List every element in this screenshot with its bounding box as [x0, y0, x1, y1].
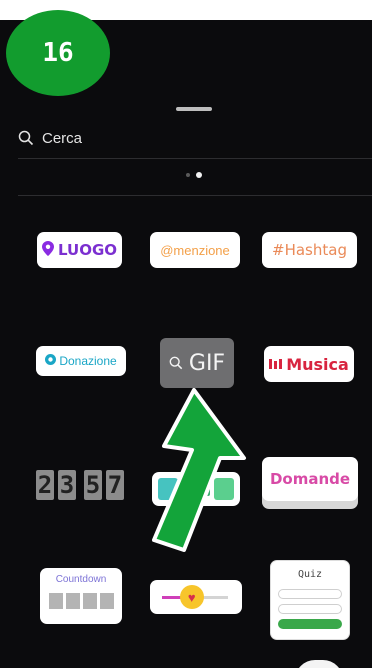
donation-icon — [45, 354, 57, 368]
sticker-luogo[interactable]: LUOGO — [37, 232, 122, 268]
quiz-option — [278, 604, 342, 614]
sticker-donazione[interactable]: Donazione — [36, 346, 126, 376]
drag-handle[interactable] — [176, 107, 212, 111]
sticker-countdown-label: Countdown — [55, 574, 107, 585]
location-pin-icon — [41, 240, 54, 260]
countdown-boxes — [48, 593, 114, 609]
search-icon — [18, 130, 34, 146]
sticker-luogo-label: LUOGO — [57, 241, 118, 259]
clock-digit: 7 — [106, 470, 124, 500]
sticker-hashtag-label: #Hashtag — [272, 241, 347, 259]
sticker-musica[interactable]: Musica — [264, 346, 354, 382]
search-placeholder[interactable]: Cerca — [42, 130, 82, 147]
divider — [18, 158, 372, 159]
step-number-badge: 16 — [6, 10, 110, 96]
sticker-domande-label: Domande — [269, 470, 351, 488]
page-dot — [186, 173, 190, 177]
sticker-emoji-slider[interactable]: ♥ — [150, 580, 242, 614]
clock-digit: 2 — [36, 470, 54, 500]
heart-eyes-emoji-icon: ♥ — [179, 585, 204, 609]
sticker-musica-label: Musica — [286, 354, 349, 374]
sticker-gif-label: GIF — [188, 350, 226, 376]
sticker-donazione-label: Donazione — [59, 354, 117, 368]
divider — [18, 195, 372, 196]
sticker-hashtag[interactable]: #Hashtag — [262, 232, 357, 268]
search-icon — [169, 351, 183, 376]
quiz-option — [278, 589, 342, 599]
clock-digit: 5 — [84, 470, 102, 500]
sticker-tray: Cerca LUOGO @menzione #Hashtag Donazione… — [0, 20, 372, 668]
sticker-quiz[interactable]: Quiz — [270, 560, 350, 640]
page-indicator — [186, 172, 202, 178]
sticker-quiz-label: Quiz — [297, 569, 323, 580]
quiz-option-correct — [278, 619, 342, 629]
step-number: 16 — [42, 38, 74, 68]
green-arrow-annotation — [152, 388, 246, 552]
sticker-countdown-clock[interactable]: 2 3 5 7 — [36, 470, 124, 500]
sticker-domande[interactable]: Domande — [262, 457, 358, 501]
equalizer-icon — [269, 359, 283, 369]
page-dot-active — [196, 172, 202, 178]
clock-digit: 3 — [58, 470, 76, 500]
sticker-menzione[interactable]: @menzione — [150, 232, 240, 268]
search-bar[interactable]: Cerca — [18, 126, 82, 150]
sticker-menzione-label: @menzione — [160, 242, 230, 258]
sticker-partial[interactable] — [295, 660, 343, 668]
sticker-countdown[interactable]: Countdown — [40, 568, 122, 624]
